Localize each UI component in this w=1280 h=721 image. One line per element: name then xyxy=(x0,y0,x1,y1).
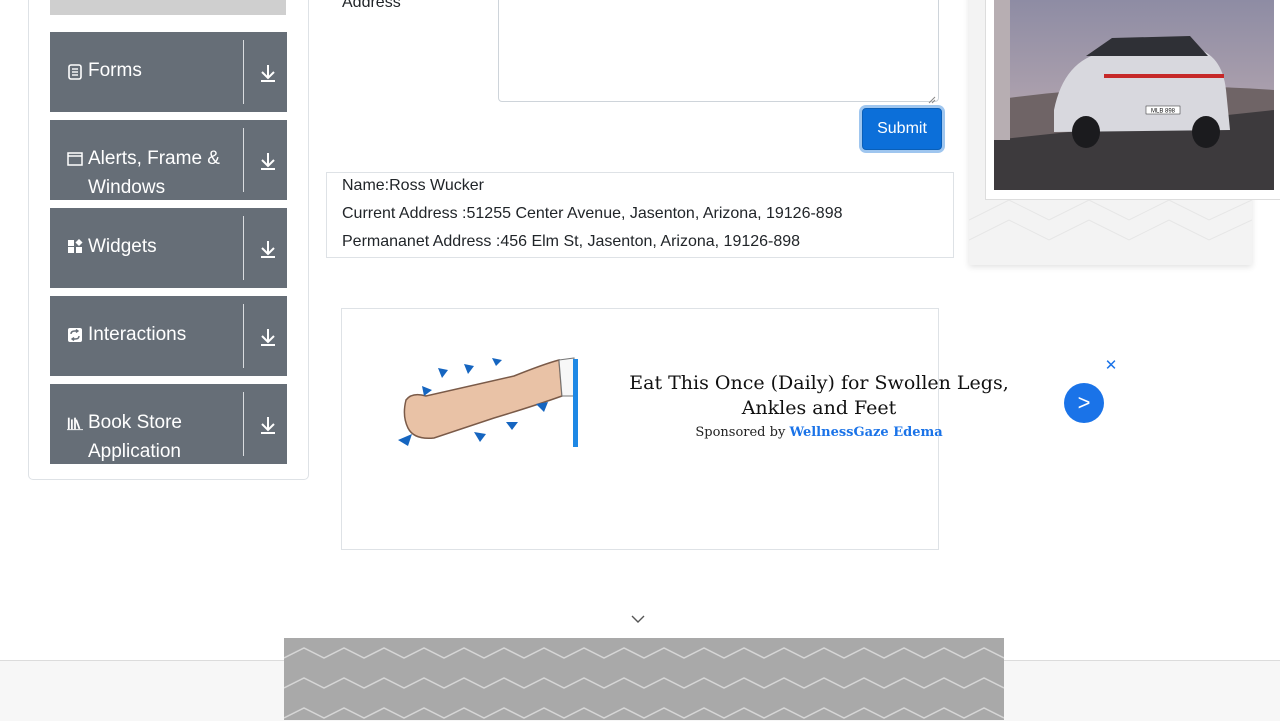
chevron-down-icon[interactable] xyxy=(630,612,646,624)
output-panel: Name:Ross Wucker Current Address :51255 … xyxy=(326,172,954,258)
permanent-address-textarea[interactable] xyxy=(498,0,939,104)
ad-next-button[interactable]: > xyxy=(1064,383,1104,423)
ad-sponsor-prefix: Sponsored by xyxy=(695,425,786,440)
divider xyxy=(243,128,244,192)
divider xyxy=(243,392,244,456)
output-permanent-address: Permananet Address :456 Elm St, Jasenton… xyxy=(342,233,801,250)
download-arrow-icon[interactable] xyxy=(257,414,279,436)
bottom-ad-banner[interactable] xyxy=(284,638,1004,720)
sidebar-item-label: Interactions xyxy=(88,324,187,345)
car-image[interactable]: MLB 898 xyxy=(994,0,1274,190)
download-arrow-icon[interactable] xyxy=(257,62,279,84)
download-arrow-icon[interactable] xyxy=(257,150,279,172)
sidebar-item-book-store[interactable]: Book Store Application xyxy=(50,384,287,464)
sidebar-item-alerts[interactable]: Alerts, Frame & Windows xyxy=(50,120,287,200)
ad-image[interactable] xyxy=(394,356,580,450)
output-current-address: Current Address :51255 Center Avenue, Ja… xyxy=(342,205,843,222)
ad-sponsor-name[interactable]: WellnessGaze Edema xyxy=(789,425,942,440)
sidebar-item-label: Alerts, Frame & Windows xyxy=(88,148,220,198)
sidebar-item-label: Book Store Application xyxy=(88,412,182,462)
download-arrow-icon[interactable] xyxy=(257,326,279,348)
resize-grip-icon[interactable] xyxy=(928,91,936,104)
submit-button[interactable]: Submit xyxy=(862,108,942,150)
output-name: Name:Ross Wucker xyxy=(342,177,484,194)
window-icon xyxy=(67,151,83,167)
sidebar-item-label: Forms xyxy=(88,60,142,81)
ad-sponsor: Sponsored by WellnessGaze Edema xyxy=(610,425,1028,440)
books-icon xyxy=(67,415,83,431)
permanent-address-label: Address xyxy=(342,0,401,11)
sidebar-item-label: Widgets xyxy=(88,236,157,257)
close-icon[interactable]: ✕ xyxy=(1104,358,1118,373)
ad-headline[interactable]: Eat This Once (Daily) for Swollen Legs, … xyxy=(610,371,1028,421)
widgets-icon xyxy=(67,239,83,255)
divider xyxy=(243,304,244,368)
interactions-icon xyxy=(67,327,83,343)
plate-text: MLB 898 xyxy=(1151,109,1176,115)
sidebar-item-forms[interactable]: Forms xyxy=(50,32,287,112)
sidebar-item-interactions[interactable]: Interactions xyxy=(50,296,287,376)
divider xyxy=(243,40,244,104)
download-arrow-icon[interactable] xyxy=(257,238,279,260)
divider xyxy=(243,216,244,280)
sidebar-item-collapsed[interactable] xyxy=(50,0,286,15)
sidebar-item-widgets[interactable]: Widgets xyxy=(50,208,287,288)
form-icon xyxy=(67,64,83,80)
